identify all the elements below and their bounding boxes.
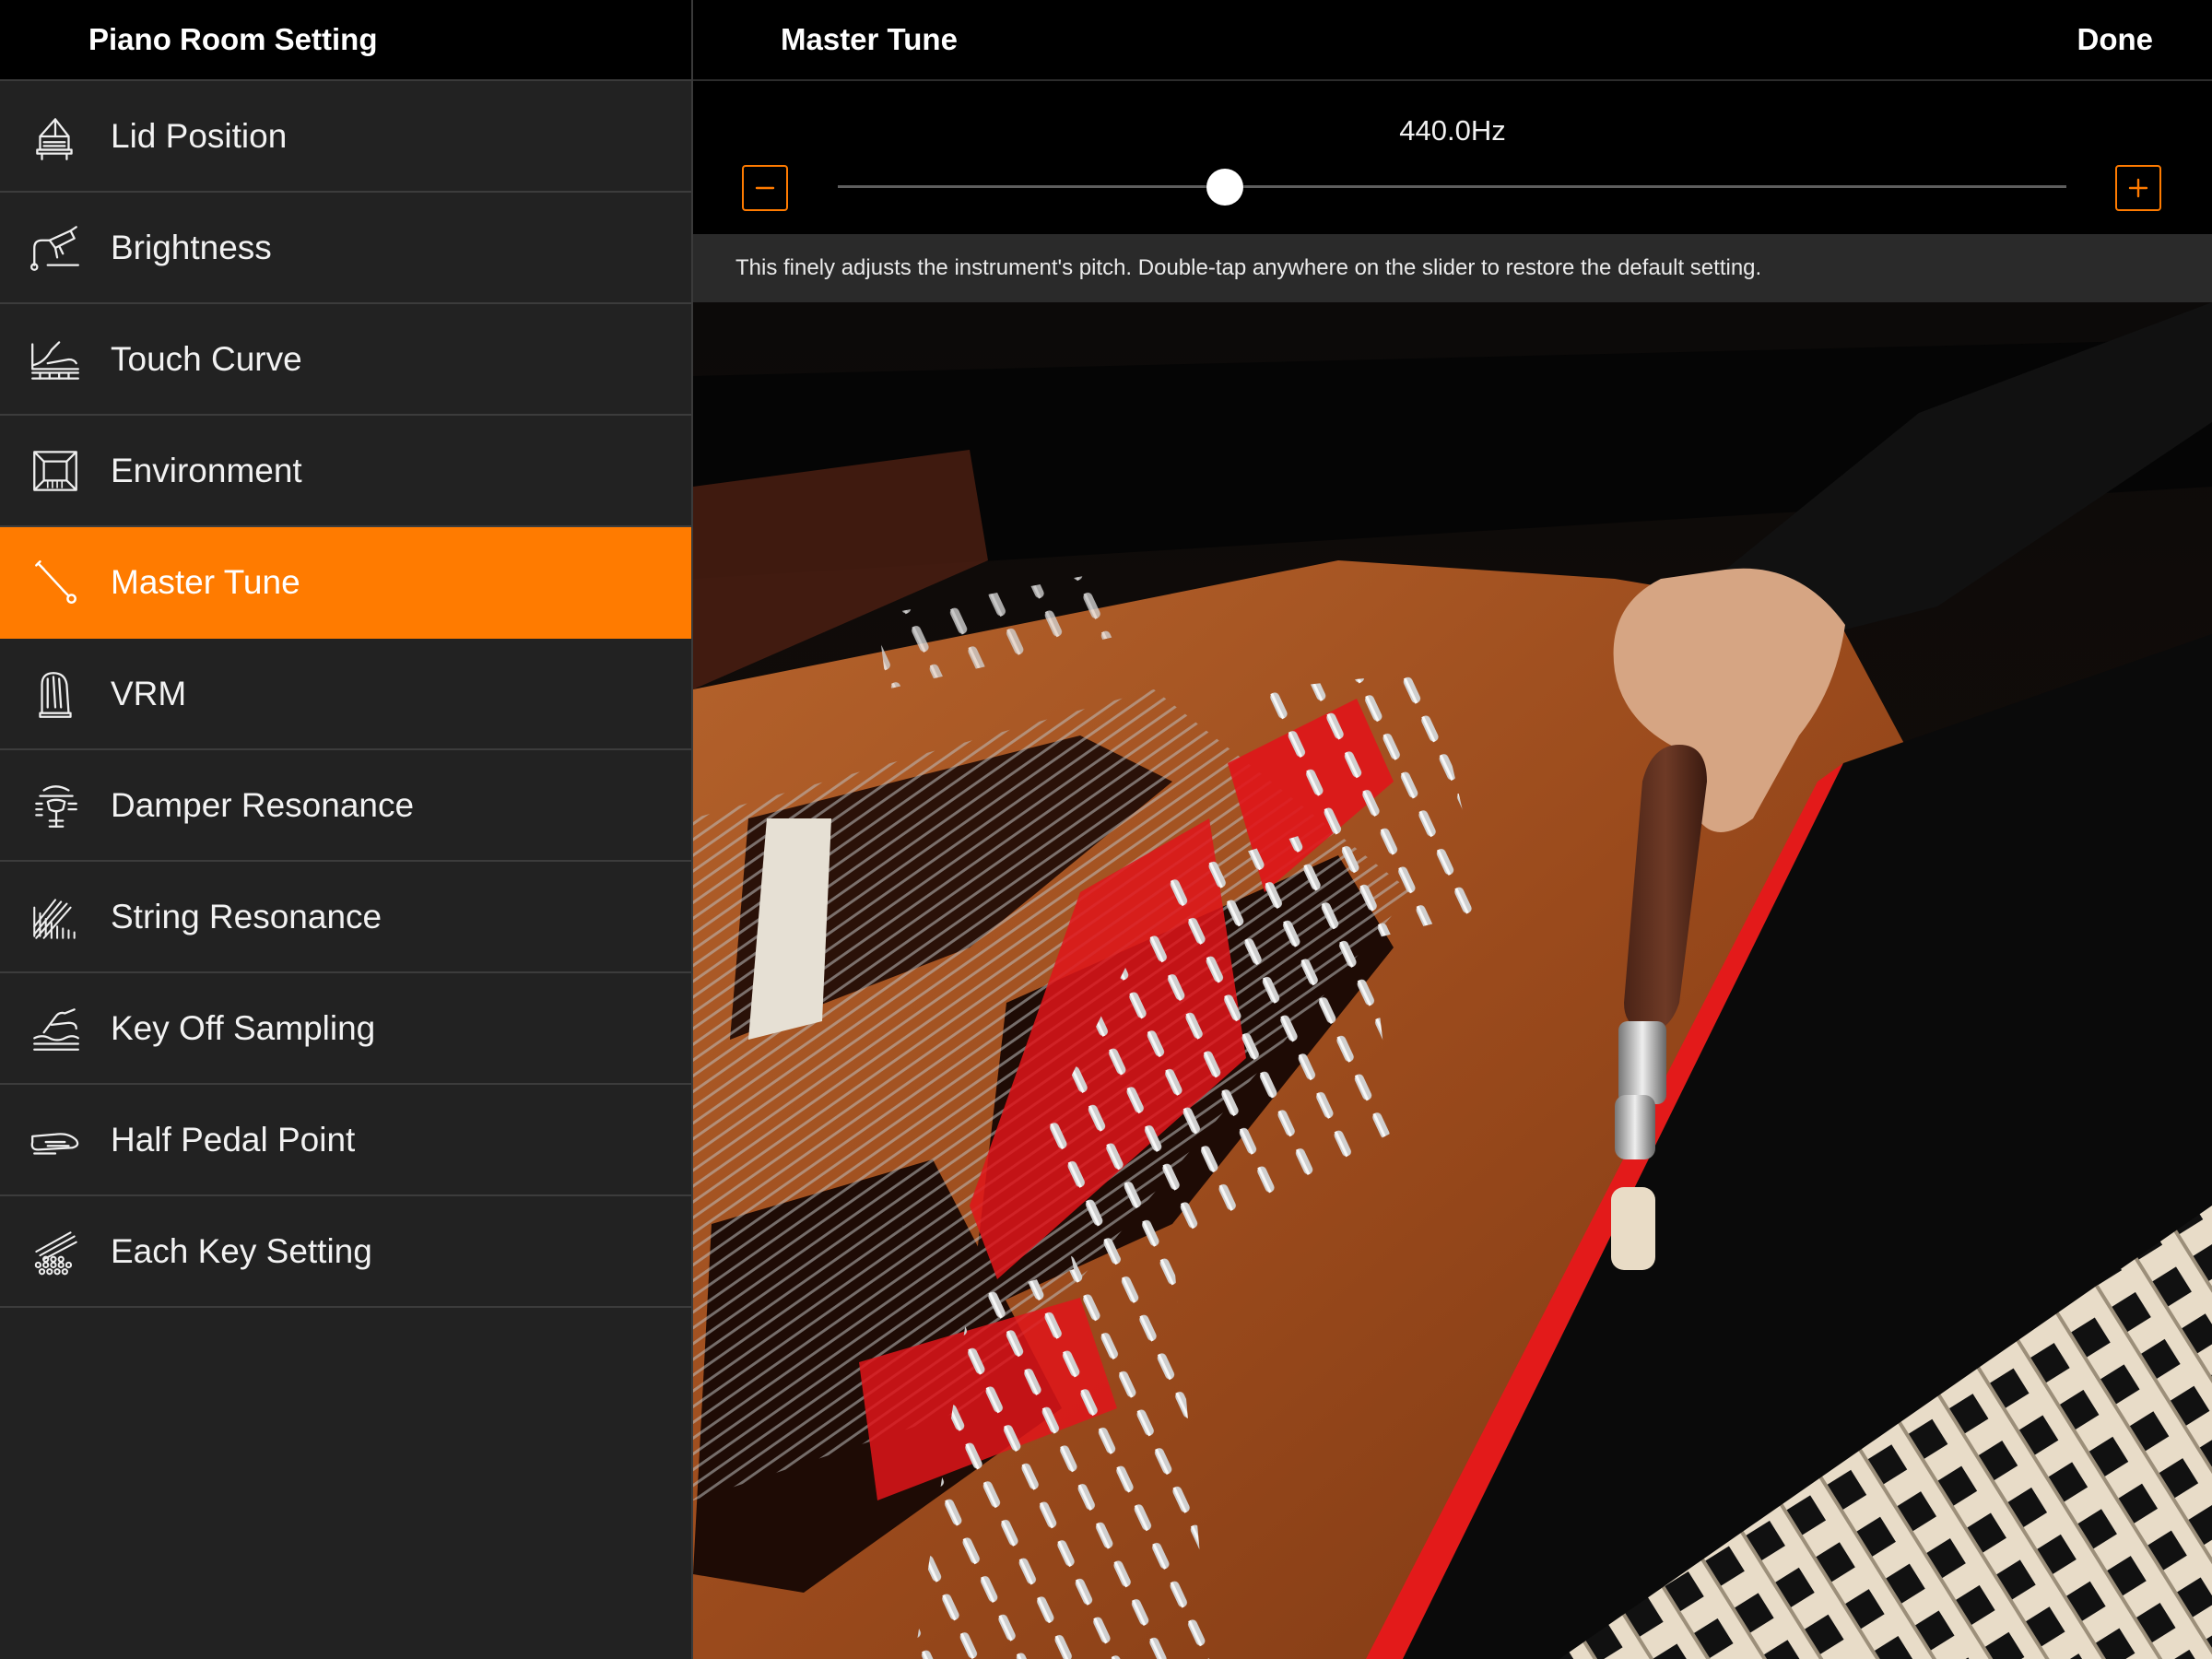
sidebar-item-label: Environment: [111, 451, 302, 489]
pedal-foot-icon: [0, 1084, 111, 1195]
increase-button[interactable]: [2115, 165, 2161, 211]
hint-text: This finely adjusts the instrument's pit…: [693, 234, 2212, 302]
sidebar-item-key-off-sampling[interactable]: Key Off Sampling: [0, 973, 691, 1085]
sidebar-item-damper-resonance[interactable]: Damper Resonance: [0, 750, 691, 862]
detail-pane: Master Tune Done 440.0Hz This finely adj…: [693, 0, 2212, 1659]
tune-value-readout: 440.0Hz: [1399, 114, 1506, 147]
sidebar-item-environment[interactable]: Environment: [0, 416, 691, 527]
detail-header: Master Tune Done: [693, 0, 2212, 81]
sidebar-item-label: Master Tune: [111, 562, 300, 601]
sidebar-item-string-resonance[interactable]: String Resonance: [0, 862, 691, 973]
sidebar-item-label: Each Key Setting: [111, 1231, 372, 1270]
plus-icon: [2128, 178, 2148, 198]
sidebar-item-label: Key Off Sampling: [111, 1008, 376, 1047]
tuning-hammer-icon: [0, 526, 111, 638]
sidebar-item-touch-curve[interactable]: Touch Curve: [0, 304, 691, 416]
tune-slider-track[interactable]: [838, 185, 2066, 188]
vrm-piano-icon: [0, 638, 111, 749]
settings-menu: Lid Position Brightness Touch Curve Envi…: [0, 81, 691, 1308]
master-tune-control: 440.0Hz: [693, 81, 2212, 234]
minus-icon: [755, 186, 775, 190]
sidebar-item-each-key-setting[interactable]: Each Key Setting: [0, 1196, 691, 1308]
tune-slider-thumb[interactable]: [1206, 169, 1243, 206]
key-off-hand-icon: [0, 972, 111, 1084]
sidebar-item-master-tune[interactable]: Master Tune: [0, 527, 691, 639]
sidebar-item-label: Brightness: [111, 228, 272, 266]
sidebar-header: Piano Room Setting: [0, 0, 691, 81]
sidebar-item-label: Half Pedal Point: [111, 1120, 356, 1159]
detail-title: Master Tune: [781, 22, 958, 56]
damper-resonance-icon: [0, 749, 111, 861]
sidebar-item-half-pedal-point[interactable]: Half Pedal Point: [0, 1085, 691, 1196]
sidebar-title: Piano Room Setting: [88, 22, 378, 56]
touch-curve-hand-icon: [0, 303, 111, 415]
sidebar-item-lid-position[interactable]: Lid Position: [0, 81, 691, 193]
sidebar-item-vrm[interactable]: VRM: [0, 639, 691, 750]
room-environment-icon: [0, 415, 111, 526]
done-button[interactable]: Done: [2077, 22, 2154, 57]
sidebar-item-label: VRM: [111, 674, 187, 712]
sidebar-item-label: Damper Resonance: [111, 785, 415, 824]
string-resonance-icon: [0, 861, 111, 972]
settings-sidebar: Piano Room Setting Lid Position Brightne…: [0, 0, 691, 1659]
sidebar-item-brightness[interactable]: Brightness: [0, 193, 691, 304]
piano-tuning-photo: [693, 302, 2212, 1659]
each-key-dots-icon: [0, 1195, 111, 1307]
sidebar-item-label: Touch Curve: [111, 339, 302, 378]
sidebar-item-label: String Resonance: [111, 897, 382, 935]
sidebar-item-label: Lid Position: [111, 116, 288, 155]
brightness-lamp-icon: [0, 192, 111, 303]
decrease-button[interactable]: [742, 165, 788, 211]
grand-piano-lid-icon: [0, 80, 111, 192]
